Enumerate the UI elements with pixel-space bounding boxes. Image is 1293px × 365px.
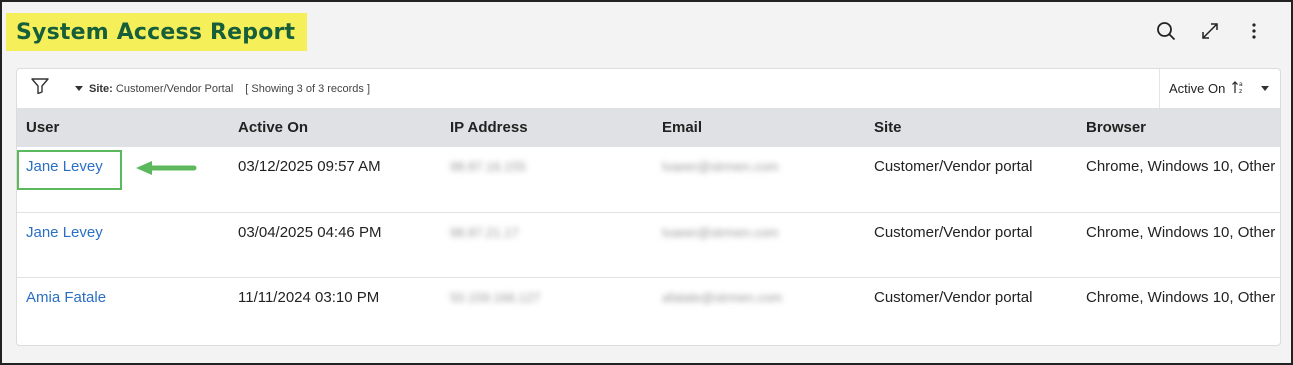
svg-text:z: z xyxy=(1239,88,1242,94)
site-cell: Customer/Vendor portal xyxy=(865,147,1077,213)
browser-cell: Chrome, Windows 10, Other xyxy=(1077,147,1280,213)
ip-address-cell: 98.87.21.17 xyxy=(450,224,519,240)
more-vertical-icon[interactable] xyxy=(1243,19,1265,43)
user-link[interactable]: Amia Fatale xyxy=(26,289,106,306)
column-header-site[interactable]: Site xyxy=(865,108,1077,147)
record-count: [ Showing 3 of 3 records ] xyxy=(245,82,371,95)
page-title: System Access Report xyxy=(16,19,296,45)
column-header-email[interactable]: Email xyxy=(653,108,865,147)
site-filter-value: Customer/Vendor Portal xyxy=(115,82,234,95)
sort-icon: az xyxy=(1231,80,1245,97)
column-header-ip-address[interactable]: IP Address xyxy=(441,108,653,147)
column-header-browser[interactable]: Browser xyxy=(1077,108,1280,147)
active-on-cell: 03/12/2025 09:57 AM xyxy=(229,147,441,213)
filter-button[interactable] xyxy=(17,69,89,108)
column-header-active-on[interactable]: Active On xyxy=(229,108,441,147)
callout-highlight-box xyxy=(17,150,122,190)
user-link[interactable]: Jane Levey xyxy=(26,224,103,241)
browser-cell: Chrome, Windows 10, Other xyxy=(1077,212,1280,278)
email-cell: lvaeer@strmen.com xyxy=(662,159,779,174)
site-filter-label: Site: xyxy=(89,82,113,95)
access-table: User Active On IP Address Email Site Bro… xyxy=(17,108,1280,342)
sort-label: Active On xyxy=(1169,81,1226,96)
report-panel: Site: Customer/Vendor Portal [ Showing 3… xyxy=(16,68,1281,346)
site-filter: Site: Customer/Vendor Portal xyxy=(89,83,233,95)
chevron-down-icon xyxy=(75,86,83,91)
ip-address-cell: 98.87.16.155 xyxy=(450,159,526,174)
expand-icon[interactable] xyxy=(1199,19,1221,43)
table-row: Amia Fatale 11/11/2024 03:10 PM 50.159.1… xyxy=(17,277,1280,342)
table-row: Jane Levey 03/12/2025 09:57 AM 98.87.16.… xyxy=(17,147,1280,213)
active-on-cell: 11/11/2024 03:10 PM xyxy=(238,288,380,306)
callout-arrow-icon xyxy=(136,161,197,175)
sort-dropdown[interactable]: Active On az xyxy=(1159,69,1280,108)
table-header-row: User Active On IP Address Email Site Bro… xyxy=(17,108,1280,147)
report-window: System Access Report Site: Customer/Vend… xyxy=(0,0,1293,365)
filter-icon xyxy=(31,78,49,99)
report-toolbar: Site: Customer/Vendor Portal [ Showing 3… xyxy=(17,69,1280,108)
email-cell: afatale@strmen.com xyxy=(662,289,783,305)
email-cell: lvaeer@strmen.com xyxy=(662,224,779,240)
svg-text:a: a xyxy=(1239,81,1243,88)
site-cell: Customer/Vendor portal xyxy=(874,288,1033,306)
active-on-cell: 03/04/2025 04:46 PM xyxy=(229,212,441,278)
header-actions xyxy=(1155,19,1265,43)
browser-cell: Chrome, Windows 10, Other xyxy=(1086,288,1276,306)
search-icon[interactable] xyxy=(1155,19,1177,43)
ip-address-cell: 50.159.166.127 xyxy=(450,289,541,305)
page-title-highlight: System Access Report xyxy=(6,13,308,51)
filter-summary: Site: Customer/Vendor Portal [ Showing 3… xyxy=(89,83,370,95)
site-cell: Customer/Vendor portal xyxy=(865,212,1077,278)
column-header-user[interactable]: User xyxy=(17,108,229,147)
table-row: Jane Levey 03/04/2025 04:46 PM 98.87.21.… xyxy=(17,212,1280,278)
chevron-down-icon xyxy=(1261,86,1270,91)
